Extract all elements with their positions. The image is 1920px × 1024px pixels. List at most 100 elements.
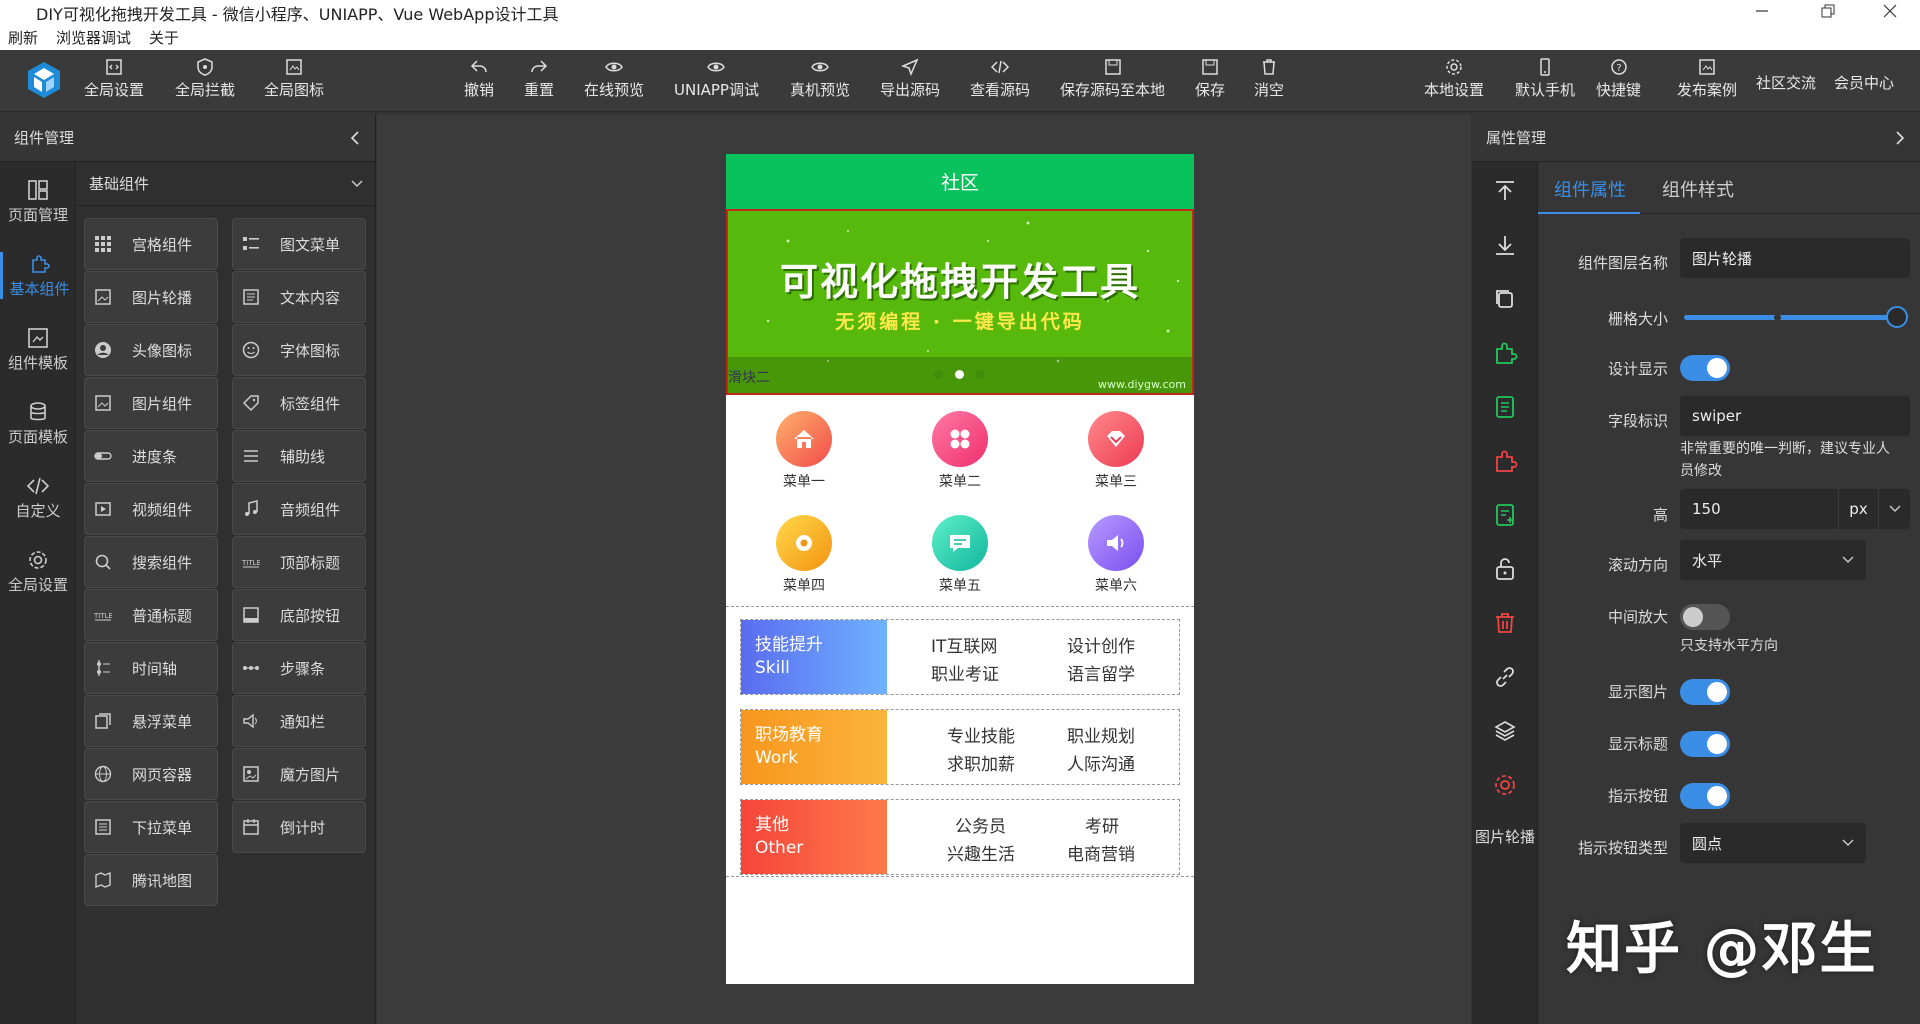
nav-custom[interactable]: 自定义: [0, 474, 76, 521]
grid-size-slider-track[interactable]: [1684, 315, 1896, 320]
component-grid-item[interactable]: 时间轴: [84, 642, 218, 694]
component-grid-item[interactable]: 进度条: [84, 430, 218, 482]
device-preview-button[interactable]: 真机预览: [790, 57, 850, 100]
course-keyword[interactable]: 设计创作: [1067, 632, 1135, 657]
component-grid-item[interactable]: 图片轮播: [84, 271, 218, 323]
maximize-button[interactable]: [1800, 0, 1856, 24]
online-preview-button[interactable]: 在线预览: [584, 57, 644, 100]
trash-icon[interactable]: [1492, 610, 1518, 636]
indicator-toggle[interactable]: [1680, 783, 1730, 809]
community-button[interactable]: 社区交流: [1756, 72, 1816, 93]
field-id-input[interactable]: swiper: [1680, 396, 1910, 436]
component-grid-item[interactable]: 腾讯地图: [84, 854, 218, 906]
component-grid-item[interactable]: 音频组件: [232, 483, 366, 535]
gear-icon[interactable]: [1492, 772, 1518, 798]
component-grid-item[interactable]: 通知栏: [232, 695, 366, 747]
height-unit-dropdown[interactable]: [1878, 489, 1910, 529]
center-zoom-toggle[interactable]: [1680, 604, 1730, 630]
publish-case-button[interactable]: 发布案例: [1677, 57, 1737, 100]
uniapp-debug-button[interactable]: UNIAPP调试: [674, 57, 759, 100]
clear-button[interactable]: 消空: [1254, 57, 1284, 100]
component-grid-item[interactable]: 头像图标: [84, 324, 218, 376]
puzzle-add-icon[interactable]: [1492, 340, 1518, 366]
show-title-toggle[interactable]: [1680, 731, 1730, 757]
component-grid-item[interactable]: 标签组件: [232, 377, 366, 429]
view-source-button[interactable]: 查看源码: [970, 57, 1030, 100]
minimize-button[interactable]: [1734, 0, 1790, 24]
component-grid-item[interactable]: 辅助线: [232, 430, 366, 482]
component-grid-item[interactable]: 步骤条: [232, 642, 366, 694]
design-show-toggle[interactable]: [1680, 355, 1730, 381]
undo-button[interactable]: 撤销: [464, 57, 494, 100]
chevron-left-icon[interactable]: [349, 130, 361, 146]
grid-size-slider-handle[interactable]: [1886, 306, 1908, 328]
menu-item[interactable]: 菜单一: [754, 411, 854, 491]
menu-item[interactable]: 菜单四: [754, 515, 854, 595]
indicator-dot[interactable]: [934, 370, 943, 379]
course-card[interactable]: 技能提升 Skill IT互联网 设计创作 职业考证 语言留学: [740, 619, 1180, 695]
nav-basic-components[interactable]: 基本组件: [0, 252, 76, 299]
menu-item[interactable]: 菜单六: [1066, 515, 1166, 595]
chevron-right-icon[interactable]: [1894, 130, 1906, 146]
copy-icon[interactable]: [1492, 286, 1518, 312]
course-keyword[interactable]: 考研: [1085, 812, 1119, 837]
component-grid-item[interactable]: 视频组件: [84, 483, 218, 535]
menu-item[interactable]: 菜单二: [910, 411, 1010, 491]
course-keyword[interactable]: 人际沟通: [1067, 750, 1135, 775]
nav-global-settings[interactable]: 全局设置: [0, 548, 76, 595]
indicator-dot-active[interactable]: [955, 370, 964, 379]
document-icon[interactable]: [1492, 394, 1518, 420]
component-grid-item[interactable]: TITLE 普通标题: [84, 589, 218, 641]
menu-refresh[interactable]: 刷新: [8, 27, 38, 48]
layers-icon[interactable]: [1492, 718, 1518, 744]
course-keyword[interactable]: 语言留学: [1067, 660, 1135, 685]
component-grid-item[interactable]: 魔方图片: [232, 748, 366, 800]
course-keyword[interactable]: 职业考证: [931, 660, 999, 685]
component-grid-item[interactable]: 宫格组件: [84, 218, 218, 270]
show-image-toggle[interactable]: [1680, 679, 1730, 705]
component-grid-item[interactable]: 文本内容: [232, 271, 366, 323]
component-grid-item[interactable]: 字体图标: [232, 324, 366, 376]
menu-browser-debug[interactable]: 浏览器调试: [56, 27, 131, 48]
layer-name-input[interactable]: 图片轮播: [1680, 238, 1910, 278]
menu-about[interactable]: 关于: [149, 27, 179, 48]
component-grid-item[interactable]: TITLE 顶部标题: [232, 536, 366, 588]
component-grid-item[interactable]: 图文菜单: [232, 218, 366, 270]
move-top-icon[interactable]: [1492, 178, 1518, 204]
global-settings-button[interactable]: 全局设置: [84, 57, 144, 100]
link-icon[interactable]: [1492, 664, 1518, 690]
component-grid-item[interactable]: 倒计时: [232, 801, 366, 853]
course-keyword[interactable]: 专业技能: [947, 722, 1015, 747]
close-window-button[interactable]: [1862, 0, 1918, 24]
course-keyword[interactable]: 职业规划: [1067, 722, 1135, 747]
nav-page-templates[interactable]: 页面模板: [0, 400, 76, 447]
nav-component-templates[interactable]: 组件模板: [0, 326, 76, 373]
component-grid-item[interactable]: 悬浮菜单: [84, 695, 218, 747]
component-grid-item[interactable]: 下拉菜单: [84, 801, 218, 853]
save-button[interactable]: 保存: [1195, 57, 1225, 100]
shortcuts-button[interactable]: ? 快捷键: [1596, 57, 1641, 100]
export-source-button[interactable]: 导出源码: [880, 57, 940, 100]
category-header[interactable]: 基础组件: [76, 162, 376, 206]
local-settings-button[interactable]: 本地设置: [1424, 57, 1484, 100]
course-keyword[interactable]: IT互联网: [931, 632, 997, 657]
course-keyword[interactable]: 兴趣生活: [947, 840, 1015, 865]
component-grid-item[interactable]: 底部按钮: [232, 589, 366, 641]
puzzle-remove-icon[interactable]: [1492, 448, 1518, 474]
swiper-banner[interactable]: 可视化拖拽开发工具 无须编程 · 一键导出代码 滑块二 www.diygw.co…: [726, 209, 1194, 395]
global-icons-button[interactable]: 全局图标: [264, 57, 324, 100]
global-intercept-button[interactable]: 全局拦截: [175, 57, 235, 100]
tab-component-props[interactable]: 组件属性: [1554, 176, 1626, 202]
component-grid-item[interactable]: 搜索组件: [84, 536, 218, 588]
menu-item[interactable]: 菜单五: [910, 515, 1010, 595]
component-grid-item[interactable]: 图片组件: [84, 377, 218, 429]
course-card[interactable]: 职场教育 Work 专业技能 职业规划 求职加薪 人际沟通: [740, 709, 1180, 785]
unlock-icon[interactable]: [1492, 556, 1518, 582]
phone-header[interactable]: 社区: [726, 154, 1194, 209]
add-document-icon[interactable]: [1492, 502, 1518, 528]
nav-page-management[interactable]: 页面管理: [0, 178, 76, 225]
indicator-type-select[interactable]: 圆点: [1680, 823, 1866, 863]
move-bottom-icon[interactable]: [1492, 232, 1518, 258]
course-keyword[interactable]: 公务员: [955, 812, 1006, 837]
height-input[interactable]: 150 px: [1680, 489, 1910, 529]
